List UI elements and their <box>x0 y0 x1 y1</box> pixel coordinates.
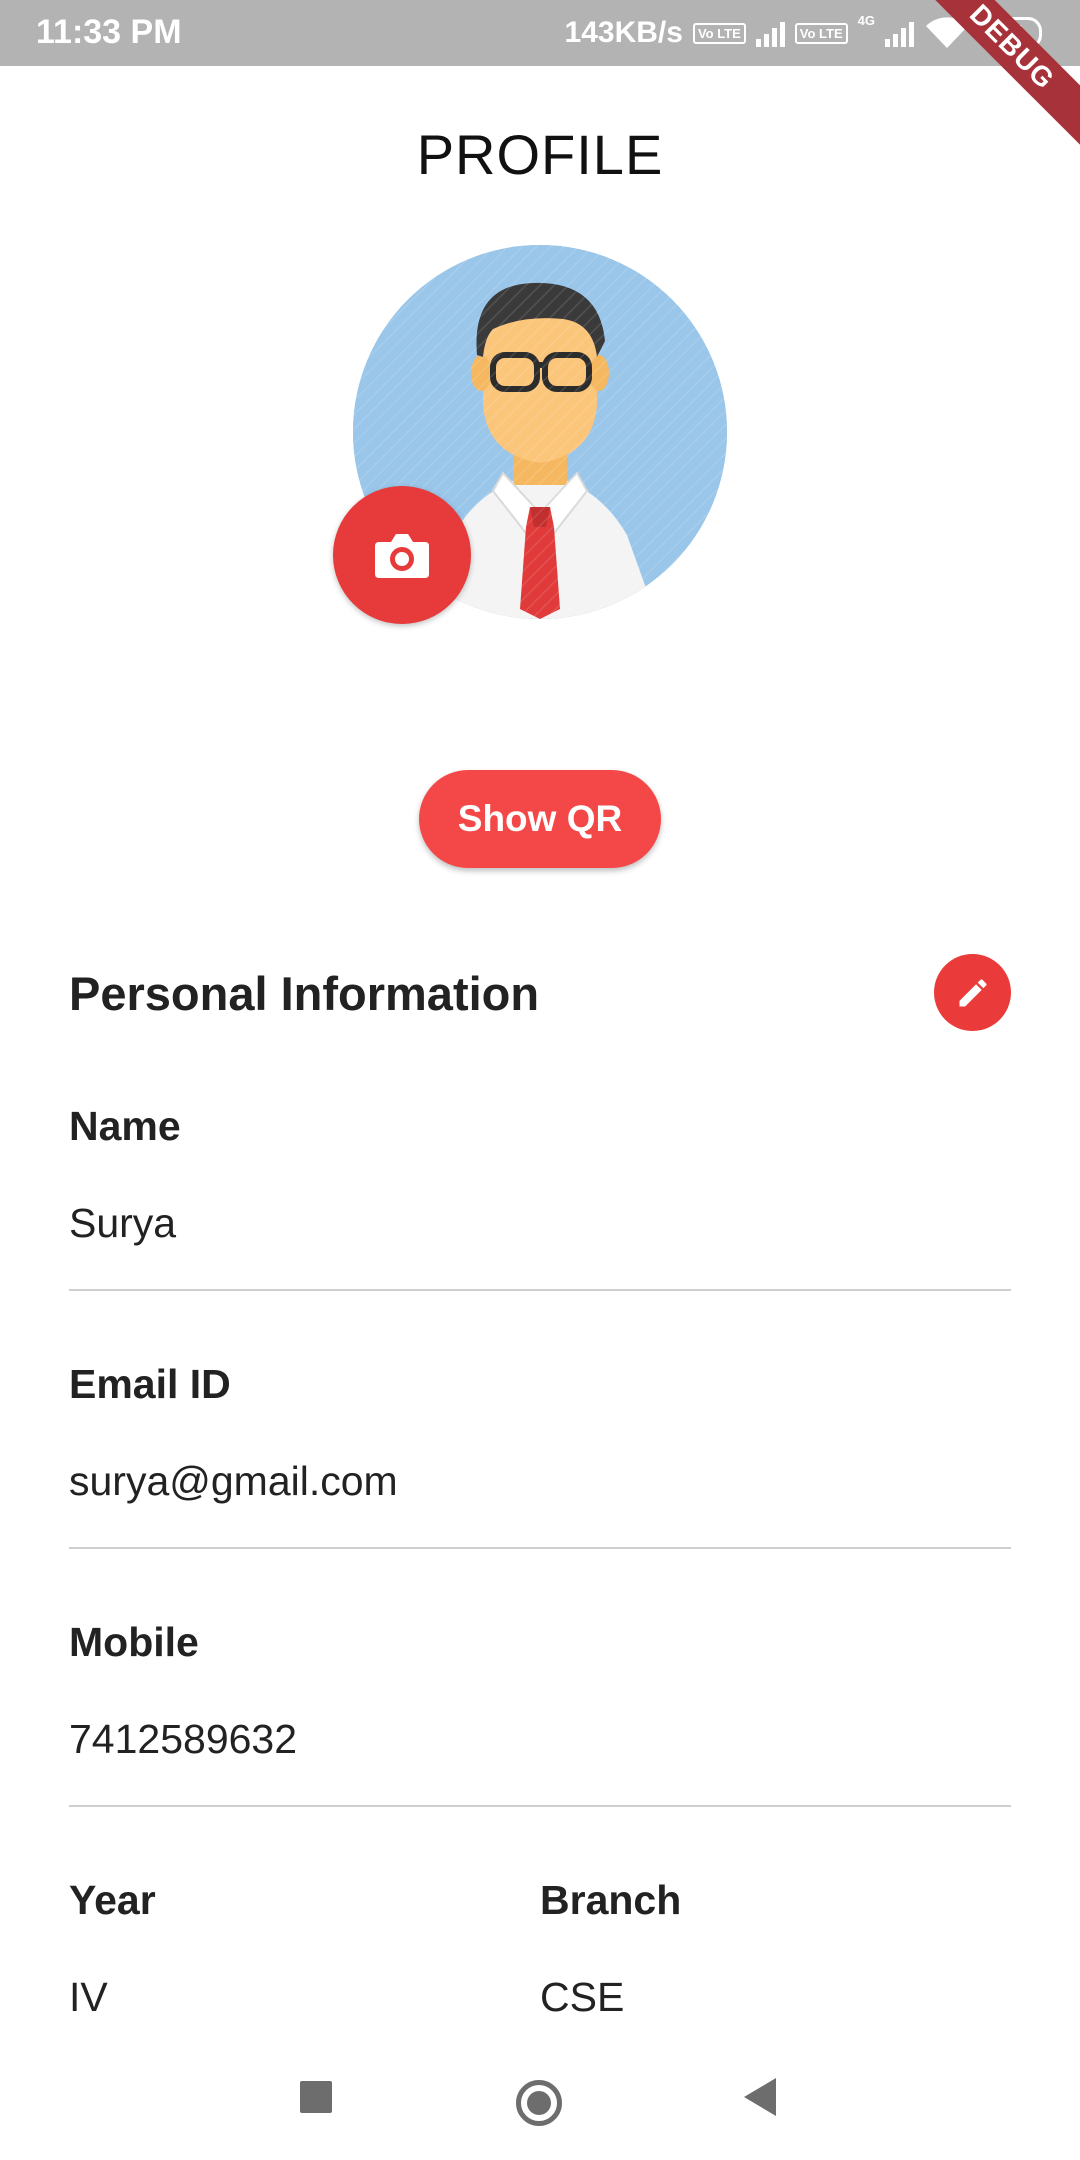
network-type: 4G <box>857 13 875 28</box>
camera-icon <box>375 534 429 578</box>
divider <box>69 1289 1011 1291</box>
navigation-bar <box>0 2048 1080 2160</box>
mobile-label: Mobile <box>69 1619 199 1665</box>
signal-icon-1 <box>755 19 785 47</box>
edit-button[interactable] <box>934 954 1011 1031</box>
branch-value: CSE <box>540 1974 625 2020</box>
change-photo-button[interactable] <box>333 486 471 624</box>
home-icon[interactable] <box>516 2080 562 2126</box>
page-title: PROFILE <box>416 123 664 186</box>
year-value: IV <box>69 1974 108 2020</box>
back-icon[interactable] <box>744 2078 776 2116</box>
branch-label: Branch <box>540 1877 682 1923</box>
mobile-value: 7412589632 <box>69 1716 298 1762</box>
status-time: 11:33 PM <box>36 13 182 51</box>
email-value: surya@gmail.com <box>69 1458 398 1504</box>
volte-badge-1: Vo LTE <box>692 22 746 44</box>
show-qr-button[interactable]: Show QR <box>419 770 661 868</box>
pencil-icon <box>959 978 987 1006</box>
email-label: Email ID <box>69 1361 231 1407</box>
name-value: Surya <box>69 1200 177 1246</box>
network-speed: 143KB/s <box>564 16 683 49</box>
status-bar: 11:33 PM 143KB/s Vo LTE Vo LTE 4G 27 <box>0 0 1080 66</box>
recents-icon[interactable] <box>300 2081 332 2113</box>
divider <box>69 1547 1011 1549</box>
volte-badge-2: Vo LTE <box>794 22 848 44</box>
section-title: Personal Information <box>69 967 540 1020</box>
year-label: Year <box>69 1877 156 1923</box>
divider <box>69 1805 1011 1807</box>
signal-icon-2 <box>885 19 914 47</box>
name-label: Name <box>69 1103 181 1149</box>
